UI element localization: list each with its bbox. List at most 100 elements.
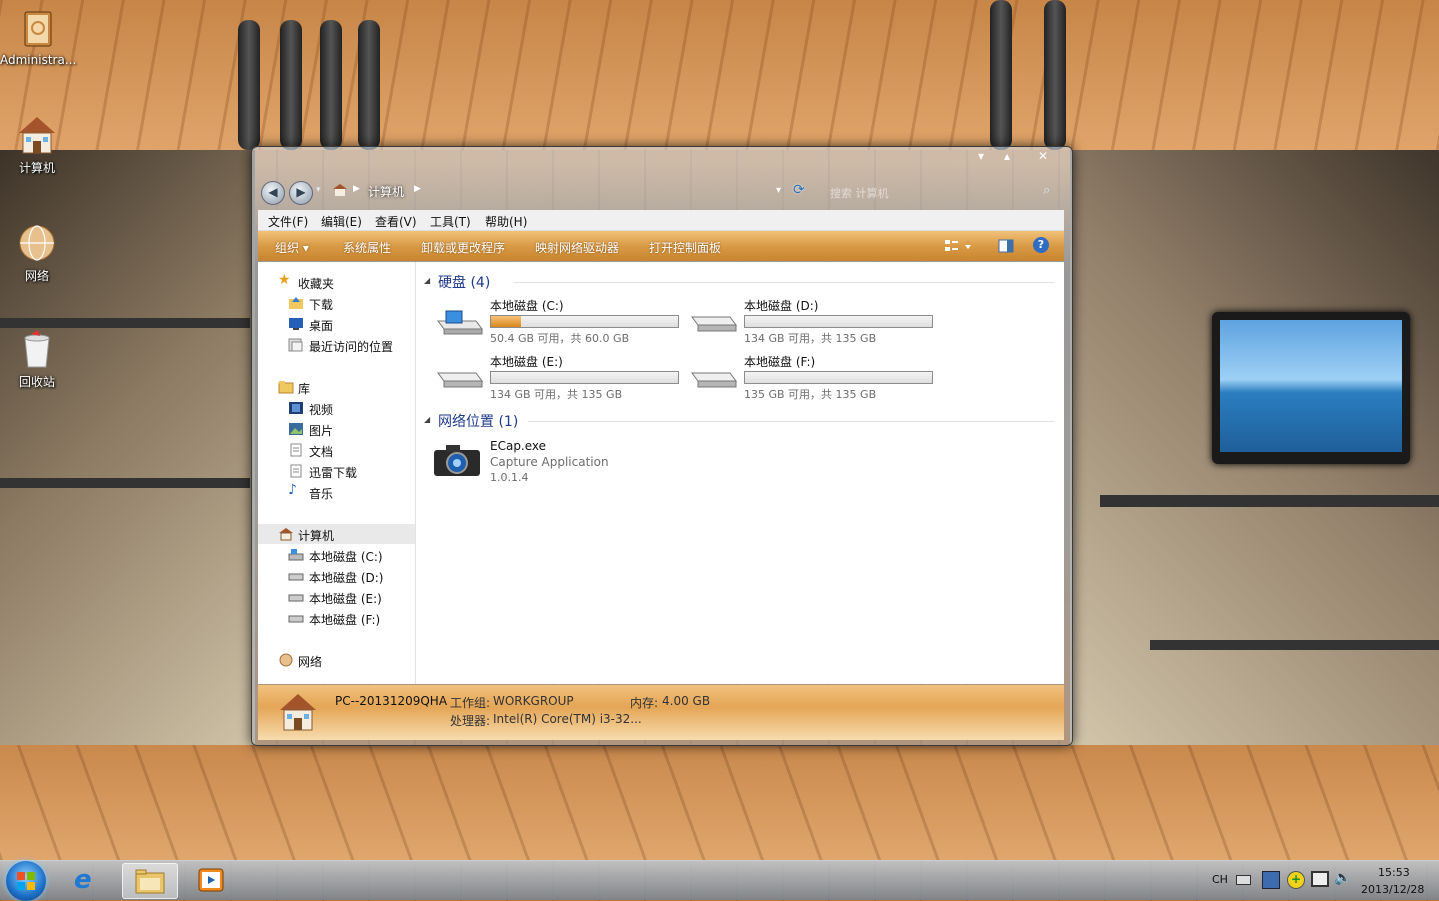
keyboard-icon[interactable] [1236, 875, 1251, 885]
address-dropdown-icon[interactable]: ▾ [776, 185, 781, 196]
desktop-icon-user-folder[interactable]: Administra... [0, 8, 77, 67]
nav-item-desktop[interactable]: 桌面 [258, 314, 415, 334]
desktop-icon [288, 317, 304, 331]
search-icon[interactable]: ⌕ [1043, 183, 1050, 198]
system-properties-button[interactable]: 系统属性 [343, 239, 391, 256]
wallpaper-shelf [0, 478, 250, 488]
star-icon: ★ [278, 272, 291, 288]
wallpaper-pipe [320, 20, 342, 150]
nav-item-recent-places[interactable]: 最近访问的位置 [258, 335, 415, 355]
pc-name: PC--20131209QHA [335, 694, 448, 708]
wallpaper-shelf [1150, 640, 1439, 650]
nav-item-drive-f[interactable]: 本地磁盘 (F:) [258, 608, 415, 628]
wallpaper-shelf [0, 318, 250, 328]
nav-network[interactable]: 网络 [258, 650, 415, 670]
nav-computer[interactable]: 计算机 [258, 524, 415, 544]
open-control-panel-button[interactable]: 打开控制面板 [649, 239, 721, 256]
taskbar-internet-explorer[interactable]: e [62, 863, 116, 897]
map-network-drive-button[interactable]: 映射网络驱动器 [535, 239, 619, 256]
windows-logo-icon [17, 872, 35, 893]
volume-icon[interactable]: 🔈 [1334, 870, 1351, 886]
drive-usage-fill [491, 316, 521, 327]
minimize-button[interactable]: ▾ [968, 149, 994, 165]
drive-item-c[interactable]: 本地磁盘 (C:) 50.4 GB 可用，共 60.0 GB [432, 297, 682, 347]
drive-item-d[interactable]: 本地磁盘 (D:) 134 GB 可用，共 135 GB [686, 297, 936, 347]
group-collapse-icon[interactable]: ◢ [424, 415, 430, 424]
clock-date[interactable]: 2013/12/28 [1361, 883, 1424, 896]
computer-house-icon [278, 527, 294, 541]
menu-bar: 文件(F) 编辑(E) 查看(V) 工具(T) 帮助(H) [258, 210, 1064, 231]
network-item-ecap[interactable]: ECap.exe Capture Application 1.0.1.4 [432, 436, 652, 486]
breadcrumb-computer[interactable]: 计算机 [368, 183, 404, 200]
desktop-icon-label: 网络 [24, 269, 49, 283]
forward-button[interactable]: ▶ [289, 181, 313, 205]
desktop-icon-network[interactable]: 网络 [0, 222, 74, 284]
menu-edit[interactable]: 编辑(E) [321, 213, 362, 230]
back-button[interactable]: ◀ [261, 181, 285, 205]
group-header-network-locations[interactable]: 网络位置 (1) [438, 411, 518, 431]
wallpaper-pipe [238, 20, 260, 150]
organize-button[interactable]: 组织 ▾ [275, 239, 309, 256]
download-folder-icon [288, 296, 304, 310]
drive-item-f[interactable]: 本地磁盘 (F:) 135 GB 可用，共 135 GB [686, 353, 936, 403]
menu-tools[interactable]: 工具(T) [430, 213, 471, 230]
maximize-button[interactable]: ▴ [994, 149, 1020, 165]
desktop-icon-label: Administra... [0, 53, 77, 67]
search-placeholder: 搜索 计算机 [830, 187, 889, 200]
menu-file[interactable]: 文件(F) [268, 213, 308, 230]
drive-item-e[interactable]: 本地磁盘 (E:) 134 GB 可用，共 135 GB [432, 353, 682, 403]
nav-item-drive-c[interactable]: 本地磁盘 (C:) [258, 545, 415, 565]
nav-item-pictures[interactable]: 图片 [258, 419, 415, 439]
breadcrumb-arrow-icon[interactable]: ▶ [353, 184, 360, 194]
network-status-icon[interactable] [1311, 871, 1329, 887]
hard-drive-icon [288, 569, 304, 583]
menu-view[interactable]: 查看(V) [375, 213, 417, 230]
address-bar[interactable]: ▶ 计算机 ▶ [328, 180, 788, 202]
uninstall-program-button[interactable]: 卸载或更改程序 [421, 239, 505, 256]
refresh-icon[interactable]: ⟳ [793, 182, 805, 198]
network-globe-icon [16, 222, 58, 264]
history-dropdown-icon[interactable]: ▾ [316, 185, 321, 195]
view-options-icon[interactable] [944, 238, 974, 257]
network-adapter-icon[interactable] [1262, 871, 1280, 889]
nav-libraries[interactable]: 库 [258, 377, 415, 397]
search-input[interactable]: 搜索 计算机 ⌕ [820, 182, 1060, 202]
nav-item-thunder-downloads[interactable]: 迅雷下载 [258, 461, 415, 481]
nav-item-drive-d[interactable]: 本地磁盘 (D:) [258, 566, 415, 586]
nav-item-documents[interactable]: 文档 [258, 440, 415, 460]
music-icon: ♪ [288, 482, 297, 498]
desktop-icon-label: 回收站 [18, 375, 55, 389]
group-divider [528, 421, 1054, 422]
explorer-window[interactable]: ▾ ▴ ✕ ◀ ▶ ▾ ▶ 计算机 ▶ ▾ ⟳ 搜索 计算机 ⌕ 文件(F) 编… [251, 146, 1073, 746]
close-button[interactable]: ✕ [1030, 149, 1056, 165]
workgroup-label: 工作组: [450, 696, 491, 710]
documents-icon [288, 443, 304, 457]
system-drive-icon [436, 309, 484, 335]
help-icon[interactable]: ? [1033, 237, 1049, 253]
clock-time[interactable]: 15:53 [1378, 866, 1410, 879]
input-language[interactable]: CH [1212, 873, 1228, 886]
nav-item-music[interactable]: ♪ 音乐 [258, 482, 415, 502]
command-bar: 组织 ▾ 系统属性 卸载或更改程序 映射网络驱动器 打开控制面板 ? [258, 231, 1064, 261]
taskbar: e CH + 🔈 15:53 2013/12/28 [0, 860, 1439, 901]
preview-pane-icon[interactable] [998, 239, 1014, 256]
nav-favorites[interactable]: ★ 收藏夹 [258, 272, 415, 292]
taskbar-explorer[interactable] [122, 863, 178, 899]
breadcrumb-arrow-icon[interactable]: ▶ [414, 184, 421, 194]
network-globe-icon [278, 653, 294, 667]
taskbar-media-player[interactable] [182, 863, 236, 897]
hard-drive-icon [690, 365, 738, 391]
security-shield-icon[interactable]: + [1287, 871, 1305, 889]
wallpaper-pipe [1044, 0, 1066, 150]
nav-item-downloads[interactable]: 下载 [258, 293, 415, 313]
nav-item-videos[interactable]: 视频 [258, 398, 415, 418]
wallpaper-pipe [990, 0, 1012, 150]
start-button[interactable] [6, 861, 46, 901]
desktop-icon-recycle-bin[interactable]: 回收站 [0, 328, 74, 390]
desktop-icon-computer[interactable]: 计算机 [0, 114, 74, 176]
group-header-hard-disks[interactable]: 硬盘 (4) [438, 272, 490, 292]
group-collapse-icon[interactable]: ◢ [424, 276, 430, 285]
menu-help[interactable]: 帮助(H) [485, 213, 527, 230]
wallpaper-shelf [1100, 495, 1439, 507]
nav-item-drive-e[interactable]: 本地磁盘 (E:) [258, 587, 415, 607]
